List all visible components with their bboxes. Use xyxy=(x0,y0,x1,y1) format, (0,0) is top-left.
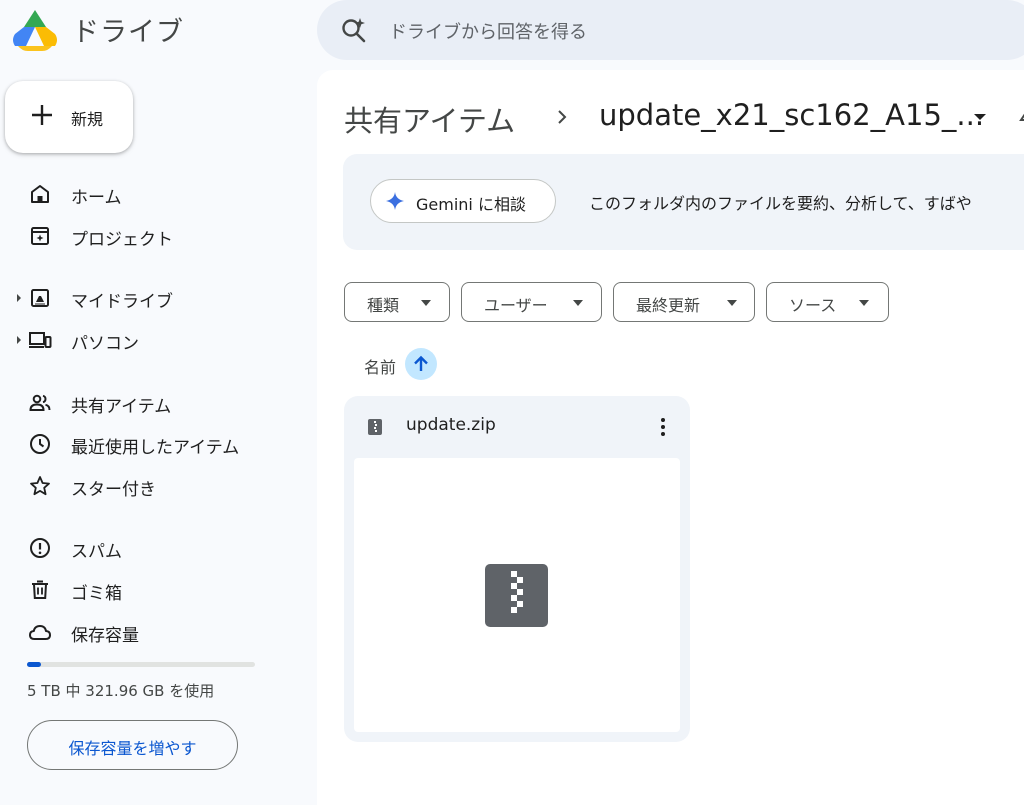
main-panel: 共有アイテム update_x21_sc162_A15_... Gemini に… xyxy=(317,70,1024,805)
search-bar[interactable]: ドライブから回答を得る xyxy=(317,0,1024,60)
filter-source-chip[interactable]: ソース xyxy=(766,282,889,322)
sidebar-item-shared[interactable]: 共有アイテム xyxy=(0,386,300,420)
filter-chip-label: 最終更新 xyxy=(636,296,701,315)
arrow-up-icon xyxy=(414,355,428,371)
get-more-storage-button[interactable]: 保存容量を増やす xyxy=(27,720,238,770)
sidebar-item-computers[interactable]: パソコン xyxy=(0,323,300,357)
caret-down-icon[interactable] xyxy=(973,112,987,122)
projects-icon xyxy=(31,227,49,245)
shared-people-icon xyxy=(29,394,51,411)
sidebar-item-label: パソコン xyxy=(71,334,139,354)
sidebar-item-my-drive[interactable]: マイドライブ xyxy=(0,281,300,315)
sort-by-label: 名前 xyxy=(364,358,397,377)
sidebar-item-label: 共有アイテム xyxy=(71,397,172,417)
gemini-description: このフォルダ内のファイルを要約、分析して、すばや xyxy=(589,194,972,213)
chevron-down-icon xyxy=(573,300,583,306)
sidebar-item-recent[interactable]: 最近使用したアイテム xyxy=(0,427,300,461)
expand-caret-icon[interactable] xyxy=(15,293,23,303)
breadcrumb-root[interactable]: 共有アイテム xyxy=(344,98,515,140)
zip-archive-icon xyxy=(485,564,548,627)
filter-chip-label: ソース xyxy=(789,296,837,315)
filter-type-chip[interactable]: 種類 xyxy=(344,282,450,322)
filter-chip-label: ユーザー xyxy=(484,296,548,315)
sidebar-item-label: スパム xyxy=(71,542,122,562)
sidebar-item-starred[interactable]: スター付き xyxy=(0,469,300,503)
storage-usage-fill xyxy=(27,662,41,667)
sidebar-item-home[interactable]: ホーム xyxy=(0,177,300,211)
sort-direction-button[interactable] xyxy=(405,348,437,380)
sidebar-item-label: ゴミ箱 xyxy=(71,584,122,604)
get-more-storage-label: 保存容量を増やす xyxy=(68,739,197,758)
breadcrumb-current-folder[interactable]: update_x21_sc162_A15_... xyxy=(599,98,984,132)
gemini-banner: Gemini に相談 このフォルダ内のファイルを要約、分析して、すばや xyxy=(343,154,1024,250)
sidebar-item-projects[interactable]: プロジェクト xyxy=(0,219,300,253)
zip-file-icon xyxy=(368,419,382,435)
filter-people-chip[interactable]: ユーザー xyxy=(461,282,602,322)
filter-modified-chip[interactable]: 最終更新 xyxy=(613,282,755,322)
computers-icon xyxy=(29,332,52,348)
sidebar-item-label: マイドライブ xyxy=(71,292,173,312)
gemini-sparkle-icon xyxy=(386,192,404,210)
chevron-down-icon xyxy=(859,300,869,306)
sidebar-item-spam[interactable]: スパム xyxy=(0,531,300,565)
sidebar-item-label: ホーム xyxy=(71,188,122,208)
chevron-right-icon xyxy=(558,110,567,124)
file-name: update.zip xyxy=(406,415,496,435)
chevron-down-icon xyxy=(727,300,737,306)
storage-usage-bar xyxy=(27,662,255,667)
ask-gemini-label: Gemini に相談 xyxy=(416,195,526,214)
sidebar-item-label: スター付き xyxy=(71,480,156,500)
sidebar-item-label: プロジェクト xyxy=(71,230,173,250)
cloud-icon xyxy=(29,625,51,640)
trash-icon xyxy=(32,580,48,599)
clock-icon xyxy=(30,434,50,454)
new-button-label: 新規 xyxy=(71,110,104,129)
app-title: ドライブ xyxy=(72,17,184,48)
storage-usage-text: 5 TB 中 321.96 GB を使用 xyxy=(27,682,215,700)
sidebar-item-trash[interactable]: ゴミ箱 xyxy=(0,573,300,607)
home-icon xyxy=(31,185,49,203)
spam-icon xyxy=(30,538,50,558)
search-sparkle-icon xyxy=(342,18,366,43)
expand-caret-icon[interactable] xyxy=(15,335,23,345)
chevron-down-icon xyxy=(421,300,431,306)
ask-gemini-button[interactable]: Gemini に相談 xyxy=(370,179,556,223)
my-drive-icon xyxy=(31,289,49,307)
sidebar-item-label: 最近使用したアイテム xyxy=(71,438,240,458)
search-placeholder: ドライブから回答を得る xyxy=(389,22,587,43)
filter-chip-label: 種類 xyxy=(367,296,400,315)
file-card[interactable]: update.zip xyxy=(344,396,690,742)
overflow-glyph-icon[interactable] xyxy=(1017,108,1024,128)
plus-icon xyxy=(32,105,52,125)
new-button[interactable]: 新規 xyxy=(5,81,133,153)
star-icon xyxy=(30,476,50,496)
sidebar-item-label: 保存容量 xyxy=(71,626,139,646)
drive-logo-icon xyxy=(13,10,57,51)
file-thumbnail xyxy=(354,458,680,732)
sidebar-item-storage[interactable]: 保存容量 xyxy=(0,615,300,649)
more-vert-icon[interactable] xyxy=(657,416,669,438)
